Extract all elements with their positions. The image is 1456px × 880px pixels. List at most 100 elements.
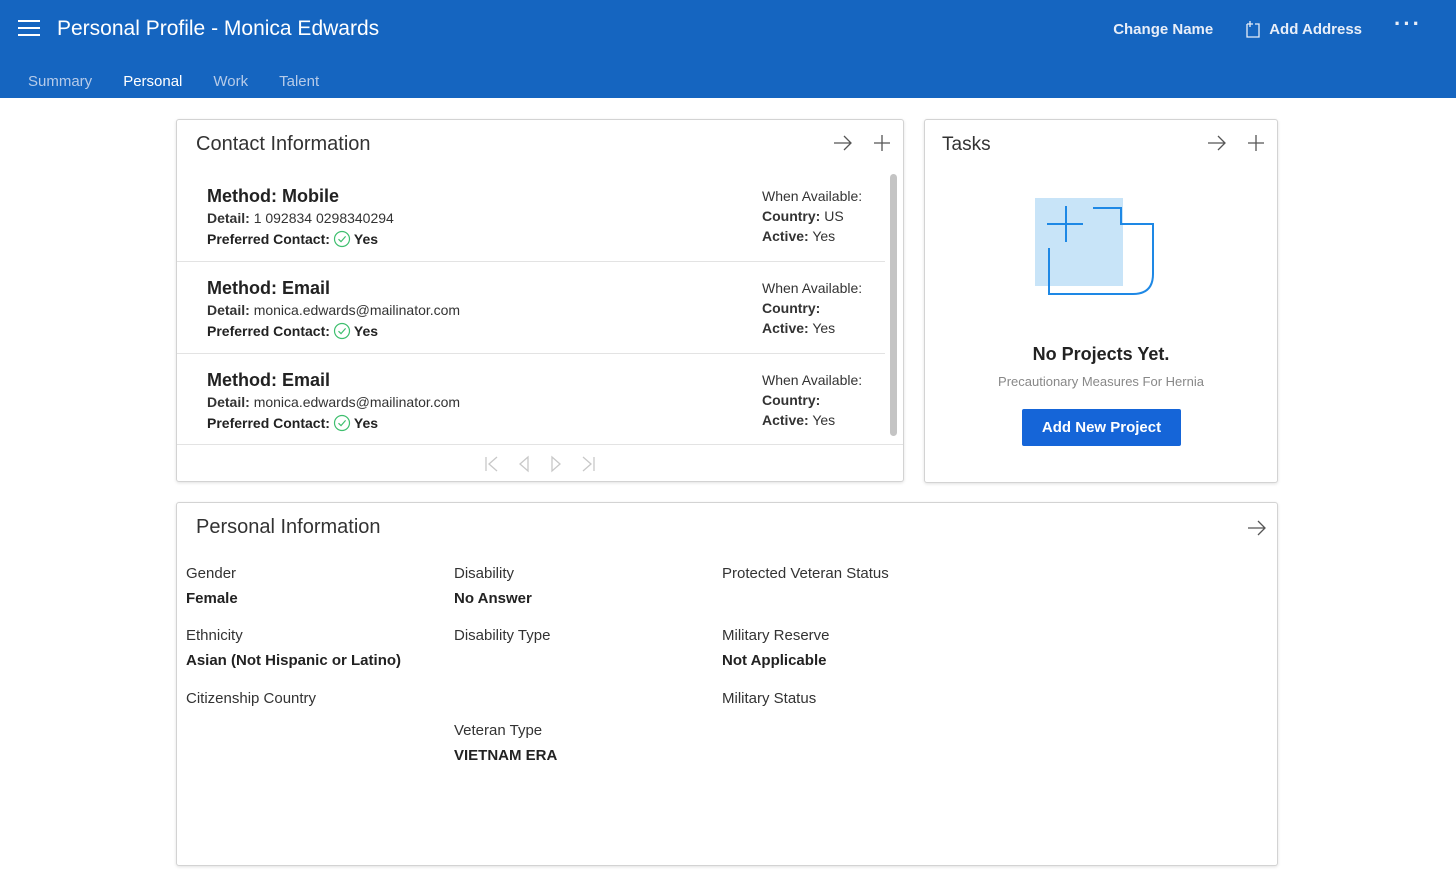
- disability-value: No Answer: [454, 590, 532, 607]
- add-address-label: Add Address: [1269, 20, 1363, 38]
- veteran-type-label: Veteran Type: [454, 722, 543, 739]
- method-value: Email: [282, 370, 331, 390]
- preferred-contact: Preferred Contact: Yes: [207, 230, 378, 248]
- veteran-type-field: Veteran Type VIETNAM ERA: [454, 722, 557, 764]
- preferred-value: Yes: [353, 415, 379, 431]
- next-page-icon[interactable]: [548, 455, 564, 473]
- military-reserve-value: Not Applicable: [722, 652, 827, 669]
- country-value: US: [824, 208, 844, 224]
- active-value: Yes: [812, 412, 836, 428]
- page-title: Personal Profile - Monica Edwards: [57, 17, 380, 40]
- contact-method: Method: Mobile: [207, 186, 339, 207]
- add-new-project-button[interactable]: Add New Project: [1022, 409, 1181, 446]
- empty-state-subtitle: Precautionary Measures For Hernia: [998, 374, 1204, 389]
- detail-value: monica.edwards@mailinator.com: [253, 394, 461, 410]
- method-label: Method:: [207, 370, 277, 390]
- tab-personal[interactable]: Personal: [123, 73, 182, 90]
- detail-label: Detail:: [207, 210, 250, 226]
- first-page-icon[interactable]: [484, 455, 500, 473]
- citizenship-field: Citizenship Country: [186, 690, 316, 707]
- military-status-label: Military Status: [722, 690, 817, 707]
- military-reserve-label: Military Reserve: [722, 627, 830, 644]
- contact-row[interactable]: Method: Email Detail: monica.edwards@mai…: [177, 354, 885, 444]
- ethnicity-field: Ethnicity Asian (Not Hispanic or Latino): [186, 627, 401, 669]
- gender-label: Gender: [186, 565, 237, 582]
- contact-card-title: Contact Information: [196, 133, 371, 155]
- active-value: Yes: [812, 320, 836, 336]
- menu-icon[interactable]: [18, 20, 40, 38]
- preferred-contact: Preferred Contact: Yes: [207, 322, 378, 340]
- tab-work[interactable]: Work: [213, 73, 248, 90]
- preferred-value: Yes: [353, 323, 379, 339]
- tab-bar: Summary Personal Work Talent: [28, 73, 319, 90]
- military-reserve-field: Military Reserve Not Applicable: [722, 627, 830, 669]
- add-address-icon: [1246, 21, 1260, 38]
- contact-availability: When Available: Country: Active: Yes: [762, 370, 862, 430]
- contact-row[interactable]: Method: Email Detail: monica.edwards@mai…: [177, 262, 885, 354]
- disability-type-field: Disability Type: [454, 627, 550, 644]
- preferred-label: Preferred Contact:: [207, 415, 330, 431]
- disability-field: Disability No Answer: [454, 565, 532, 607]
- empty-projects-illustration-icon: [1035, 198, 1154, 295]
- country-label: Country:: [762, 208, 821, 224]
- contact-information-card: Contact Information Method: Mobile Detai…: [176, 119, 904, 482]
- method-label: Method:: [207, 278, 277, 298]
- gender-field: Gender Female: [186, 565, 238, 607]
- protected-veteran-field: Protected Veteran Status: [722, 565, 889, 582]
- tab-summary[interactable]: Summary: [28, 73, 92, 90]
- last-page-icon[interactable]: [580, 455, 596, 473]
- plus-icon[interactable]: [1247, 134, 1265, 152]
- preferred-label: Preferred Contact:: [207, 231, 330, 247]
- tasks-card-title: Tasks: [942, 134, 991, 155]
- active-label: Active:: [762, 320, 809, 336]
- active-value: Yes: [812, 228, 836, 244]
- method-label: Method:: [207, 186, 277, 206]
- scrollbar-thumb[interactable]: [890, 174, 897, 436]
- contact-detail: Detail: monica.edwards@mailinator.com: [207, 302, 460, 318]
- change-name-button[interactable]: Change Name: [1113, 21, 1213, 38]
- veteran-type-value: VIETNAM ERA: [454, 747, 558, 764]
- country-label: Country:: [762, 300, 821, 316]
- plus-icon[interactable]: [873, 134, 891, 152]
- empty-state-title: No Projects Yet.: [1032, 344, 1170, 364]
- tab-talent[interactable]: Talent: [279, 73, 319, 90]
- pagination: [177, 444, 903, 482]
- personal-card-title: Personal Information: [196, 516, 381, 538]
- check-circle-icon: [333, 414, 351, 432]
- preferred-contact: Preferred Contact: Yes: [207, 414, 378, 432]
- country-label: Country:: [762, 392, 821, 408]
- ethnicity-label: Ethnicity: [186, 627, 243, 644]
- preferred-label: Preferred Contact:: [207, 323, 330, 339]
- arrow-right-icon[interactable]: [1207, 134, 1227, 152]
- contact-detail: Detail: 1 092834 0298340294: [207, 210, 394, 226]
- contact-list: Method: Mobile Detail: 1 092834 02983402…: [177, 170, 885, 444]
- contact-availability: When Available: Country: Active: Yes: [762, 278, 862, 338]
- personal-information-card: Personal Information Gender Female Disab…: [176, 502, 1278, 866]
- arrow-right-icon[interactable]: [1247, 519, 1267, 537]
- method-value: Mobile: [282, 186, 339, 206]
- preferred-value: Yes: [353, 231, 379, 247]
- change-name-label: Change Name: [1113, 20, 1214, 38]
- method-value: Email: [282, 278, 331, 298]
- more-options-icon[interactable]: ···: [1394, 11, 1422, 37]
- arrow-right-icon[interactable]: [833, 134, 853, 152]
- disability-type-label: Disability Type: [454, 627, 551, 644]
- detail-label: Detail:: [207, 394, 250, 410]
- active-label: Active:: [762, 228, 809, 244]
- tasks-card: Tasks No Projects Yet. Precautionary Mea…: [924, 119, 1278, 483]
- protected-veteran-label: Protected Veteran Status: [722, 565, 889, 582]
- contact-availability: When Available: Country: US Active: Yes: [762, 186, 862, 246]
- ethnicity-value: Asian (Not Hispanic or Latino): [186, 652, 402, 669]
- app-header: Personal Profile - Monica Edwards Change…: [0, 0, 1456, 98]
- contact-row[interactable]: Method: Mobile Detail: 1 092834 02983402…: [177, 170, 885, 262]
- contact-scrollbar[interactable]: [888, 172, 898, 440]
- disability-label: Disability: [454, 565, 515, 582]
- when-available-label: When Available:: [762, 188, 863, 204]
- detail-label: Detail:: [207, 302, 250, 318]
- check-circle-icon: [333, 322, 351, 340]
- detail-value: monica.edwards@mailinator.com: [253, 302, 461, 318]
- citizenship-label: Citizenship Country: [186, 690, 317, 707]
- previous-page-icon[interactable]: [516, 455, 532, 473]
- military-status-field: Military Status: [722, 690, 816, 707]
- add-address-button[interactable]: Add Address: [1245, 20, 1362, 38]
